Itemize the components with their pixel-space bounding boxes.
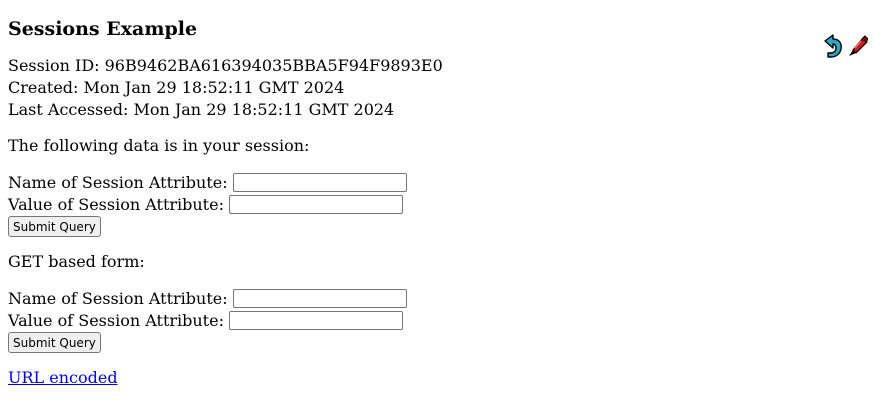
- get-name-label: Name of Session Attribute:: [8, 288, 228, 308]
- page-title: Sessions Example: [8, 18, 198, 40]
- post-submit-button[interactable]: Submit Query: [8, 216, 101, 237]
- get-form: Name of Session Attribute: Value of Sess…: [8, 287, 866, 353]
- get-attribute-value-input[interactable]: [228, 310, 403, 330]
- post-name-row: Name of Session Attribute:: [8, 171, 866, 193]
- get-submit-button[interactable]: Submit Query: [8, 332, 101, 353]
- url-encoded-link[interactable]: URL encoded: [8, 367, 118, 389]
- post-attribute-value-input[interactable]: [228, 194, 403, 214]
- post-value-row: Value of Session Attribute:: [8, 193, 866, 215]
- session-last-accessed: Last Accessed: Mon Jan 29 18:52:11 GMT 2…: [8, 100, 395, 119]
- session-id: Session ID: 96B9462BA616394035BBA5F94F98…: [8, 56, 443, 75]
- get-value-row: Value of Session Attribute:: [8, 309, 866, 331]
- page: Sessions Example Session ID: 96B9462BA61…: [0, 17, 874, 389]
- corner-icons: [820, 33, 868, 59]
- post-name-label: Name of Session Attribute:: [8, 172, 228, 192]
- session-info: Session ID: 96B9462BA616394035BBA5F94F98…: [8, 55, 866, 121]
- back-link[interactable]: [820, 33, 846, 59]
- get-name-row: Name of Session Attribute:: [8, 287, 866, 309]
- get-form-label: GET based form:: [8, 252, 145, 271]
- get-attribute-name-input[interactable]: [232, 288, 407, 308]
- post-form: Name of Session Attribute: Value of Sess…: [8, 171, 866, 237]
- back-arrow-icon: [824, 34, 842, 58]
- source-code-icon: [849, 35, 868, 56]
- get-value-label: Value of Session Attribute:: [8, 310, 224, 330]
- post-value-label: Value of Session Attribute:: [8, 194, 224, 214]
- view-source-link[interactable]: [846, 33, 868, 59]
- post-attribute-name-input[interactable]: [232, 172, 407, 192]
- session-created: Created: Mon Jan 29 18:52:11 GMT 2024: [8, 78, 345, 97]
- session-data-intro: The following data is in your session:: [8, 136, 310, 155]
